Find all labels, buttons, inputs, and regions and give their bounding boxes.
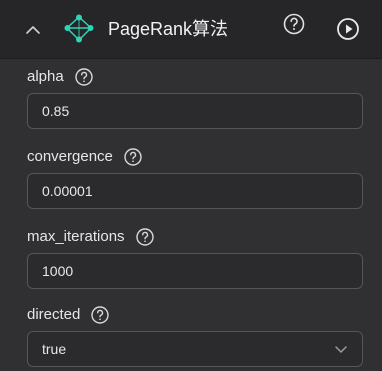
panel-header: PageRank算法 xyxy=(0,0,382,59)
question-circle-icon[interactable] xyxy=(282,12,306,36)
question-circle-icon[interactable] xyxy=(90,305,110,325)
directed-label-row: directed xyxy=(27,305,110,325)
convergence-label: convergence xyxy=(27,148,113,165)
chevron-down-icon xyxy=(335,346,347,353)
question-circle-icon[interactable] xyxy=(135,227,155,247)
chevron-up-icon[interactable] xyxy=(24,21,42,39)
alpha-label: alpha xyxy=(27,68,64,85)
max-iterations-input[interactable]: 1000 xyxy=(27,253,363,289)
directed-label: directed xyxy=(27,306,81,323)
max-iterations-label-row: max_iterations xyxy=(27,227,155,247)
panel-title: PageRank算法 xyxy=(108,19,229,39)
play-circle-icon[interactable] xyxy=(336,17,360,41)
convergence-label-row: convergence xyxy=(27,147,143,167)
directed-select[interactable]: true xyxy=(27,331,363,367)
pagerank-panel: PageRank算法 alpha 0.85 convergence 0.0000… xyxy=(0,0,382,371)
question-circle-icon[interactable] xyxy=(74,67,94,87)
graph-nodes-icon xyxy=(64,14,94,43)
alpha-label-row: alpha xyxy=(27,67,94,87)
alpha-input[interactable]: 0.85 xyxy=(27,93,363,129)
directed-select-value: true xyxy=(42,341,67,357)
convergence-input[interactable]: 0.00001 xyxy=(27,173,363,209)
max-iterations-label: max_iterations xyxy=(27,228,125,245)
question-circle-icon[interactable] xyxy=(123,147,143,167)
